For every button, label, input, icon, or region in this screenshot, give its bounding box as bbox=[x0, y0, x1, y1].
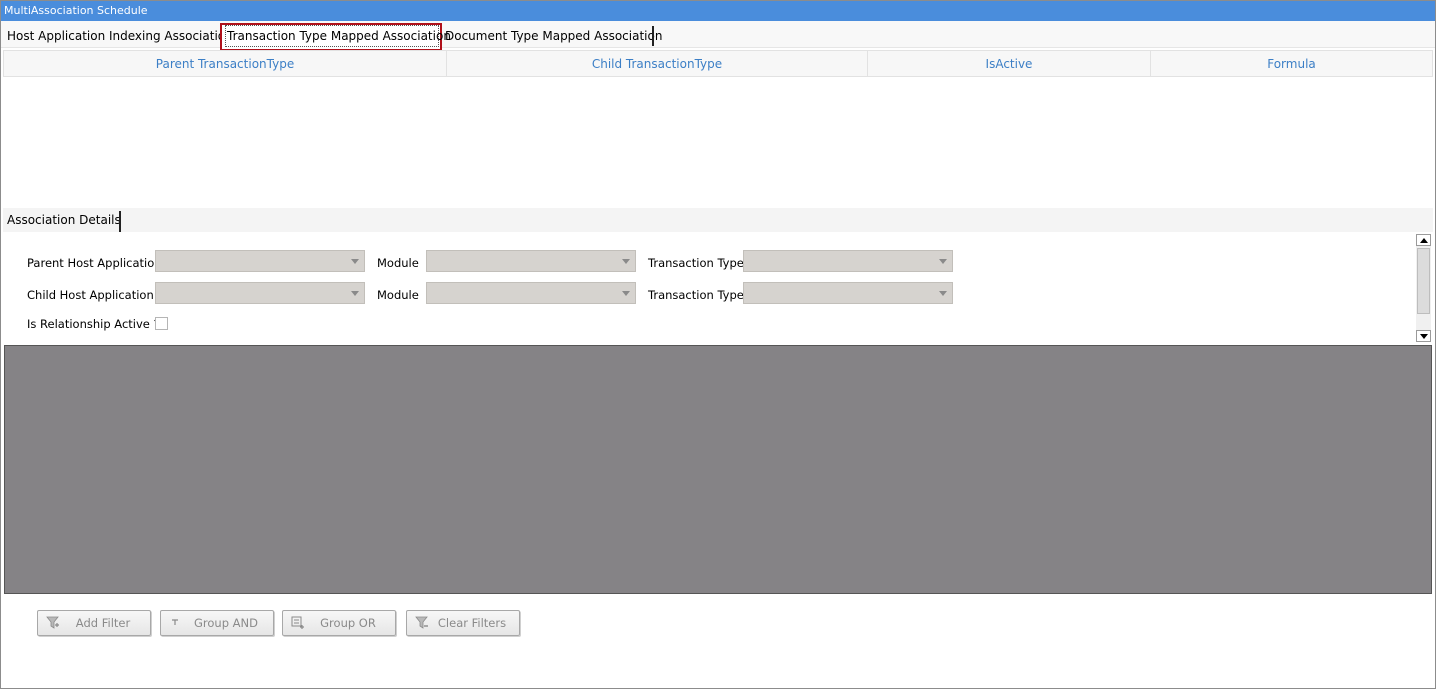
chevron-down-icon bbox=[939, 259, 947, 264]
tab-document-type-mapped[interactable]: Document Type Mapped Association bbox=[445, 21, 662, 48]
child-host-application-dropdown[interactable] bbox=[155, 282, 365, 304]
scroll-thumb[interactable] bbox=[1417, 248, 1430, 314]
group-and-button[interactable]: Group AND bbox=[160, 610, 274, 636]
scroll-up-button[interactable] bbox=[1416, 234, 1431, 246]
relationship-active-label: Is Relationship Active ? bbox=[27, 317, 160, 331]
tab-association-details[interactable]: Association Details bbox=[7, 213, 121, 227]
child-transaction-type-label: Transaction Type bbox=[648, 288, 744, 302]
parent-module-label: Module bbox=[377, 256, 419, 270]
scroll-down-button[interactable] bbox=[1416, 330, 1431, 342]
add-filter-button[interactable]: Add Filter bbox=[37, 610, 151, 636]
chevron-down-icon bbox=[351, 259, 359, 264]
column-header-is-active[interactable]: IsActive bbox=[868, 51, 1151, 76]
parent-transaction-type-label: Transaction Type bbox=[648, 256, 744, 270]
child-host-application-label: Child Host Application bbox=[27, 288, 154, 302]
tab-transaction-type-mapped[interactable]: Transaction Type Mapped Association bbox=[220, 23, 451, 51]
child-module-dropdown[interactable] bbox=[426, 282, 636, 304]
child-transaction-type-dropdown[interactable] bbox=[743, 282, 953, 304]
chevron-down-icon bbox=[622, 291, 630, 296]
group-or-label: Group OR bbox=[320, 616, 376, 630]
details-tab-strip: Association Details bbox=[3, 208, 1433, 233]
tab-divider bbox=[652, 26, 654, 46]
relationship-active-checkbox[interactable] bbox=[155, 317, 168, 330]
chevron-down-icon bbox=[939, 291, 947, 296]
parent-host-application-label: Parent Host Application bbox=[27, 256, 162, 270]
filter-editor-panel[interactable] bbox=[4, 345, 1432, 594]
tab-transaction-type-mapped-label: Transaction Type Mapped Association bbox=[225, 25, 451, 47]
association-details-form: Parent Host Application Module Transacti… bbox=[3, 232, 1433, 344]
add-filter-label: Add Filter bbox=[75, 616, 131, 630]
arrow-down-icon bbox=[1420, 334, 1428, 339]
arrow-up-icon bbox=[1420, 238, 1428, 243]
chevron-down-icon bbox=[351, 291, 359, 296]
child-module-label: Module bbox=[377, 288, 419, 302]
main-window: MultiAssociation Schedule Host Applicati… bbox=[0, 0, 1436, 689]
window-title: MultiAssociation Schedule bbox=[1, 1, 1435, 21]
column-header-child-transaction-type[interactable]: Child TransactionType bbox=[447, 51, 868, 76]
tab-strip: Host Application Indexing Association Tr… bbox=[1, 21, 1435, 51]
column-header-formula[interactable]: Formula bbox=[1151, 51, 1432, 76]
details-scrollbar[interactable] bbox=[1416, 234, 1431, 342]
grid-body[interactable] bbox=[3, 78, 1433, 206]
chevron-down-icon bbox=[622, 259, 630, 264]
clear-filters-label: Clear Filters bbox=[437, 616, 507, 630]
parent-host-application-dropdown[interactable] bbox=[155, 250, 365, 272]
tab-host-application-indexing[interactable]: Host Application Indexing Association bbox=[7, 21, 233, 48]
column-header-parent-transaction-type[interactable]: Parent TransactionType bbox=[4, 51, 447, 76]
grid-header: Parent TransactionType Child Transaction… bbox=[3, 50, 1433, 77]
group-or-button[interactable]: Group OR bbox=[282, 610, 396, 636]
clear-filters-button[interactable]: Clear Filters bbox=[406, 610, 520, 636]
parent-transaction-type-dropdown[interactable] bbox=[743, 250, 953, 272]
group-and-label: Group AND bbox=[194, 616, 258, 630]
parent-module-dropdown[interactable] bbox=[426, 250, 636, 272]
details-tab-divider bbox=[119, 211, 121, 233]
